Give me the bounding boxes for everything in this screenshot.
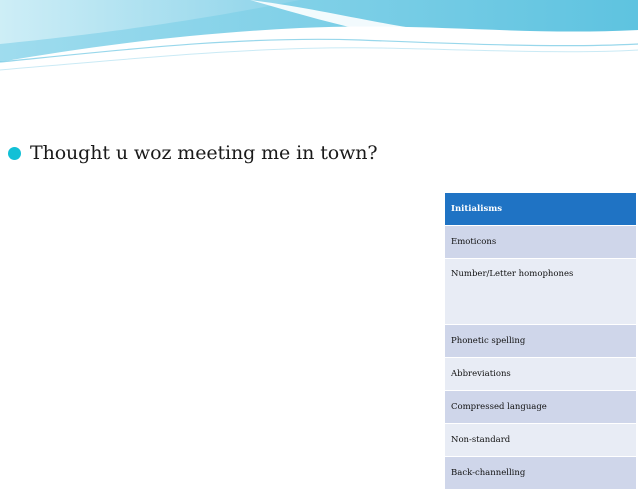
bullet-item: Thought u woz meeting me in town?	[8, 142, 377, 164]
table-cell: Phonetic spelling	[445, 325, 636, 358]
table-cell: Non-standard	[445, 424, 636, 457]
table-cell: Back-channelling	[445, 457, 636, 489]
bullet-dot-icon	[8, 147, 21, 160]
table-row: Abbreviations	[445, 358, 636, 391]
table-row: Phonetic spelling	[445, 325, 636, 358]
table-row: Emoticons	[445, 226, 636, 259]
wave-banner	[0, 0, 638, 80]
table-row: Number/Letter homophones	[445, 259, 636, 325]
table-row: Compressed language	[445, 391, 636, 424]
table-cell: Compressed language	[445, 391, 636, 424]
table-header-cell: Initialisms	[445, 193, 636, 226]
table-row: Back-channelling	[445, 457, 636, 489]
table-header-row: Initialisms	[445, 193, 636, 226]
bullet-text: Thought u woz meeting me in town?	[30, 142, 377, 164]
table-row: Non-standard	[445, 424, 636, 457]
table-cell: Emoticons	[445, 226, 636, 259]
features-table: Initialisms Emoticons Number/Letter homo…	[445, 192, 636, 489]
table-cell: Number/Letter homophones	[445, 259, 636, 325]
table-cell: Abbreviations	[445, 358, 636, 391]
